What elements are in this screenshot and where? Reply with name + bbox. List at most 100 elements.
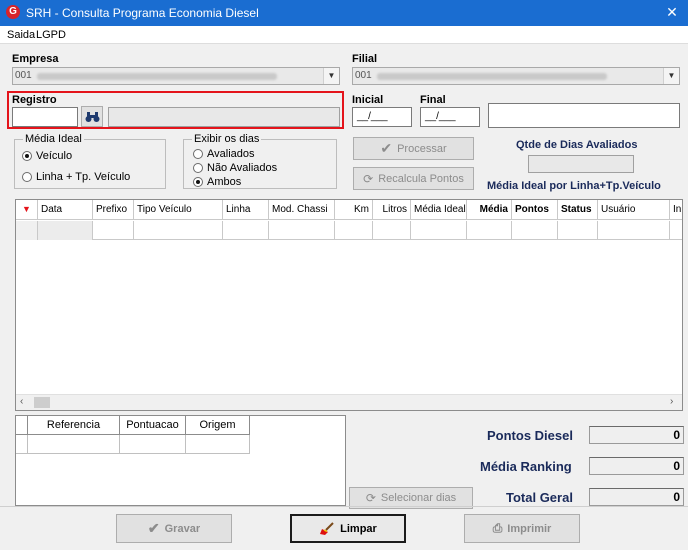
radio-ambos-label: Ambos (207, 176, 242, 188)
radio-nao-avaliados[interactable]: Não Avaliados (193, 162, 277, 174)
recalc-icon: ⟳ (363, 171, 374, 186)
grid-header: ▼ Data Prefixo Tipo Veículo Linha Mod. C… (16, 200, 682, 220)
col-referencia[interactable]: Referencia (28, 416, 120, 435)
imprimir-label: Imprimir (507, 522, 552, 535)
calendar-icon: ⟳ (365, 491, 376, 505)
media-ranking-label: Média Ranking (480, 459, 572, 474)
empresa-value: 001 (15, 70, 32, 81)
cell-litros[interactable] (373, 221, 411, 240)
inicial-input[interactable]: __/___ (352, 107, 412, 127)
radio-avaliados-label: Avaliados (207, 148, 255, 160)
col-status[interactable]: Status (558, 200, 598, 220)
check-icon: ✔ (147, 520, 160, 536)
radio-linha-label: Linha + Tp. Veículo (36, 171, 131, 183)
col-litros[interactable]: Litros (373, 200, 411, 220)
cell-media[interactable] (467, 221, 512, 240)
col-in[interactable]: In (670, 200, 682, 220)
col-pontuacao[interactable]: Pontuacao (120, 416, 186, 435)
col-origem[interactable]: Origem (186, 416, 250, 435)
data-grid[interactable]: ▼ Data Prefixo Tipo Veículo Linha Mod. C… (15, 199, 683, 411)
radio-dot-icon (22, 151, 32, 161)
empresa-select[interactable]: 001 ▼ (12, 67, 340, 85)
col-media[interactable]: Média (467, 200, 512, 220)
scroll-left-icon[interactable]: ‹ (20, 396, 23, 407)
recalcula-pontos-button[interactable]: ⟳ Recalcula Pontos (353, 167, 474, 190)
pontos-diesel-label: Pontos Diesel (487, 428, 573, 443)
radio-ambos[interactable]: Ambos (193, 176, 241, 188)
binoculars-button[interactable] (81, 106, 103, 127)
registro-input[interactable] (12, 107, 78, 127)
horizontal-scrollbar[interactable]: ‹ › (16, 394, 682, 410)
processar-button[interactable]: ✔ Processar (353, 137, 474, 160)
col-pontos[interactable]: Pontos (512, 200, 558, 220)
radio-avaliados[interactable]: Avaliados (193, 148, 255, 160)
radio-veiculo-label: Veículo (36, 150, 73, 162)
empresa-label: Empresa (12, 53, 59, 65)
recalcula-label: Recalcula Pontos (378, 172, 464, 185)
sort-arrow-icon[interactable]: ▼ (16, 200, 38, 220)
radio-dot-icon (193, 163, 203, 173)
close-button[interactable]: ✕ (660, 2, 684, 22)
exibir-dias-group: Exibir os dias Avaliados Não Avaliados A… (183, 133, 337, 189)
broom-icon (320, 521, 334, 535)
radio-dot-icon (193, 177, 203, 187)
scroll-right-icon[interactable]: › (670, 396, 673, 407)
qtde-dias-field (528, 155, 634, 173)
cell-referencia[interactable] (28, 435, 120, 454)
col-usuario[interactable]: Usuário (598, 200, 670, 220)
col-data[interactable]: Data (38, 200, 93, 220)
selecionar-label: Selecionar dias (380, 492, 457, 504)
col-indicator (16, 416, 28, 435)
registro-name-field (108, 107, 340, 127)
col-linha[interactable]: Linha (223, 200, 269, 220)
menu-saida[interactable]: Saida (7, 29, 35, 41)
col-km[interactable]: Km (335, 200, 373, 220)
final-input[interactable]: __/___ (420, 107, 480, 127)
chevron-down-icon[interactable]: ▼ (323, 68, 339, 84)
qtde-dias-label: Qtde de Dias Avaliados (516, 139, 638, 151)
gravar-button[interactable]: ✔ Gravar (116, 514, 232, 543)
scroll-thumb[interactable] (34, 397, 50, 408)
registro-label: Registro (12, 94, 57, 106)
cell-mod-chassi[interactable] (269, 221, 335, 240)
cell-km[interactable] (335, 221, 373, 240)
cell-data[interactable] (38, 221, 93, 240)
row-indicator[interactable] (16, 435, 28, 454)
cell-in[interactable] (670, 221, 682, 240)
app-icon: G (6, 5, 20, 19)
cell-pontos[interactable] (512, 221, 558, 240)
media-linha-label: Média Ideal por Linha+Tp.Veículo (487, 180, 661, 192)
radio-veiculo[interactable]: Veículo (22, 150, 72, 162)
cell-usuario[interactable] (598, 221, 670, 240)
cell-prefixo[interactable] (93, 221, 134, 240)
total-geral-value: 0 (589, 488, 684, 506)
table-row[interactable] (16, 221, 682, 240)
filial-label: Filial (352, 53, 378, 65)
col-mod-chassi[interactable]: Mod. Chassi (269, 200, 335, 220)
row-indicator[interactable] (16, 221, 38, 240)
filial-redacted (377, 73, 607, 80)
col-tipo-veiculo[interactable]: Tipo Veículo (134, 200, 223, 220)
radio-dot-icon (22, 172, 32, 182)
cell-tipo-veiculo[interactable] (134, 221, 223, 240)
empresa-redacted (37, 73, 277, 80)
total-geral-label: Total Geral (506, 490, 573, 505)
limpar-label: Limpar (340, 522, 377, 535)
limpar-button[interactable]: Limpar (290, 514, 406, 543)
pontuacao-grid[interactable]: Referencia Pontuacao Origem (15, 415, 346, 506)
cell-status[interactable] (558, 221, 598, 240)
radio-linha-tp-veiculo[interactable]: Linha + Tp. Veículo (22, 171, 130, 183)
col-prefixo[interactable]: Prefixo (93, 200, 134, 220)
filial-select[interactable]: 001 ▼ (352, 67, 680, 85)
cell-pontuacao[interactable] (120, 435, 186, 454)
cell-media-ideal[interactable] (411, 221, 467, 240)
media-ideal-group: Média Ideal Veículo Linha + Tp. Veículo (14, 133, 166, 189)
cell-linha[interactable] (223, 221, 269, 240)
period-description-field[interactable] (488, 103, 680, 128)
chevron-down-icon[interactable]: ▼ (663, 68, 679, 84)
filial-value: 001 (355, 70, 372, 81)
imprimir-button[interactable]: ⎙ Imprimir (464, 514, 580, 543)
cell-origem[interactable] (186, 435, 250, 454)
menu-lgpd[interactable]: LGPD (36, 29, 66, 41)
col-media-ideal[interactable]: Média Ideal (411, 200, 467, 220)
